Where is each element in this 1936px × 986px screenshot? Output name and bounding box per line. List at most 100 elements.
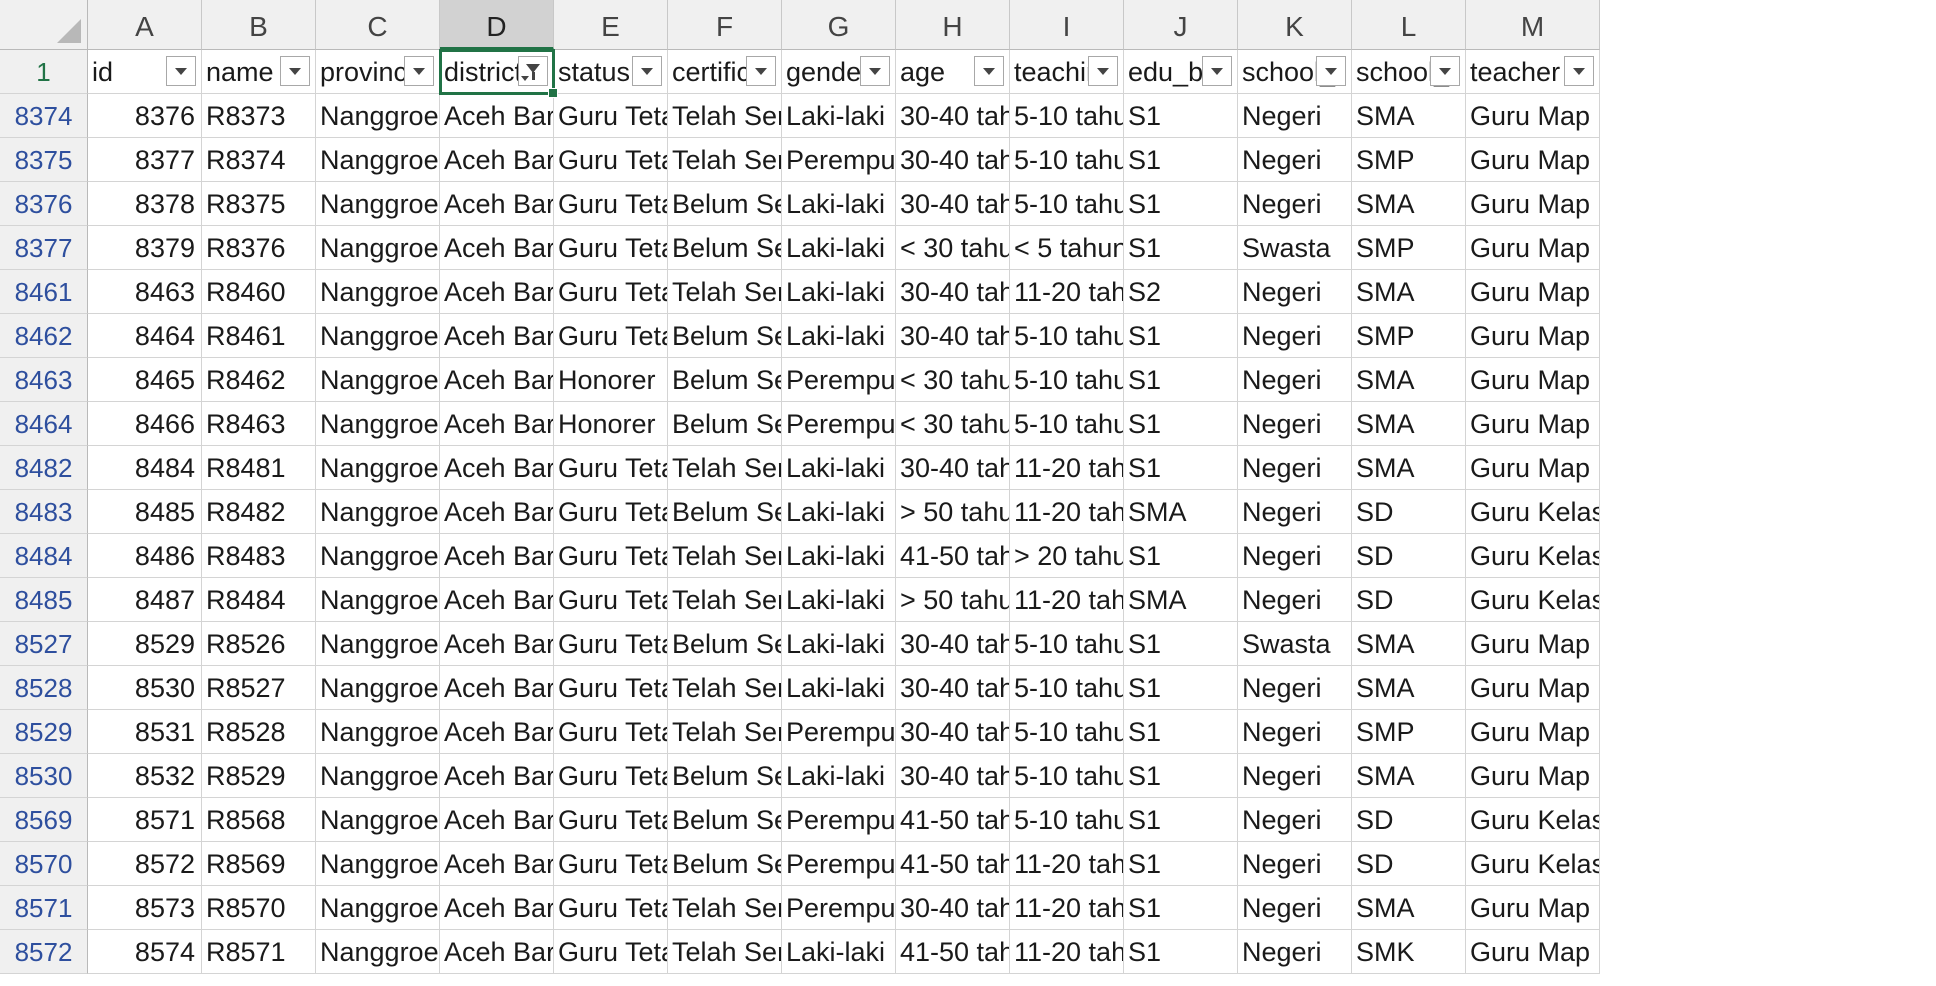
table-cell[interactable]: Guru Map (1466, 314, 1600, 358)
table-cell[interactable]: Guru Map (1466, 270, 1600, 314)
table-cell[interactable]: R8461 (202, 314, 316, 358)
table-cell[interactable]: Telah Serti (668, 930, 782, 974)
table-cell[interactable]: Laki-laki (782, 930, 896, 974)
table-cell[interactable]: Guru Map (1466, 358, 1600, 402)
table-cell[interactable]: SMA (1352, 270, 1466, 314)
table-cell[interactable]: Negeri (1238, 842, 1352, 886)
table-cell[interactable]: Aceh Barat (440, 314, 554, 358)
filter-dropdown-button[interactable] (860, 56, 890, 86)
filter-dropdown-button[interactable] (1316, 56, 1346, 86)
column-header-d[interactable]: D (440, 0, 554, 50)
table-cell[interactable]: Guru Kelas (1466, 490, 1600, 534)
table-cell[interactable]: 8466 (88, 402, 202, 446)
table-cell[interactable]: Guru Teta (554, 226, 668, 270)
table-cell[interactable]: R8529 (202, 754, 316, 798)
table-cell[interactable]: Aceh Barat (440, 270, 554, 314)
row-header[interactable]: 8530 (0, 754, 88, 798)
table-cell[interactable]: R8374 (202, 138, 316, 182)
table-cell[interactable]: 8377 (88, 138, 202, 182)
table-cell[interactable]: SMA (1352, 358, 1466, 402)
header-cell-e[interactable]: status (554, 50, 668, 94)
table-cell[interactable]: Negeri (1238, 886, 1352, 930)
table-cell[interactable]: S1 (1124, 358, 1238, 402)
filter-dropdown-button[interactable] (632, 56, 662, 86)
filter-dropdown-button[interactable] (166, 56, 196, 86)
table-cell[interactable]: SD (1352, 578, 1466, 622)
table-cell[interactable]: 5-10 tahur (1010, 138, 1124, 182)
table-cell[interactable]: S1 (1124, 182, 1238, 226)
header-cell-f[interactable]: certifica (668, 50, 782, 94)
column-header-i[interactable]: I (1010, 0, 1124, 50)
row-header[interactable]: 8463 (0, 358, 88, 402)
table-cell[interactable]: Belum Ser (668, 842, 782, 886)
column-header-b[interactable]: B (202, 0, 316, 50)
table-cell[interactable]: R8484 (202, 578, 316, 622)
table-cell[interactable]: Honorer (554, 358, 668, 402)
table-cell[interactable]: Laki-laki (782, 226, 896, 270)
table-cell[interactable]: R8375 (202, 182, 316, 226)
table-cell[interactable]: Negeri (1238, 578, 1352, 622)
table-cell[interactable]: Aceh Barat (440, 666, 554, 710)
header-cell-h[interactable]: age (896, 50, 1010, 94)
table-cell[interactable]: Guru Teta (554, 314, 668, 358)
table-cell[interactable]: R8571 (202, 930, 316, 974)
table-cell[interactable]: Negeri (1238, 402, 1352, 446)
table-cell[interactable]: Perempua (782, 710, 896, 754)
table-cell[interactable]: Aceh Barat (440, 622, 554, 666)
table-cell[interactable]: 41-50 tahu (896, 534, 1010, 578)
table-cell[interactable]: 11-20 tahu (1010, 886, 1124, 930)
table-cell[interactable]: Negeri (1238, 798, 1352, 842)
row-header[interactable]: 8376 (0, 182, 88, 226)
table-cell[interactable]: Perempua (782, 842, 896, 886)
row-header[interactable]: 8462 (0, 314, 88, 358)
table-cell[interactable]: 11-20 tahu (1010, 930, 1124, 974)
table-cell[interactable]: Negeri (1238, 270, 1352, 314)
table-cell[interactable]: Negeri (1238, 138, 1352, 182)
table-cell[interactable]: Swasta (1238, 226, 1352, 270)
table-cell[interactable]: R8570 (202, 886, 316, 930)
table-cell[interactable]: SMP (1352, 138, 1466, 182)
table-cell[interactable]: Guru Kelas (1466, 798, 1600, 842)
filter-dropdown-button[interactable] (280, 56, 310, 86)
table-cell[interactable]: Guru Teta (554, 710, 668, 754)
table-cell[interactable]: Nanggroe (316, 314, 440, 358)
table-cell[interactable]: Negeri (1238, 358, 1352, 402)
table-cell[interactable]: SMA (1352, 182, 1466, 226)
table-cell[interactable]: Aceh Barat (440, 182, 554, 226)
table-cell[interactable]: Guru Map (1466, 710, 1600, 754)
table-cell[interactable]: Nanggroe (316, 270, 440, 314)
table-cell[interactable]: Negeri (1238, 666, 1352, 710)
table-cell[interactable]: 8465 (88, 358, 202, 402)
header-cell-j[interactable]: edu_ba (1124, 50, 1238, 94)
table-cell[interactable]: Telah Serti (668, 666, 782, 710)
table-cell[interactable]: S1 (1124, 138, 1238, 182)
filter-dropdown-button[interactable] (1088, 56, 1118, 86)
table-cell[interactable]: S1 (1124, 710, 1238, 754)
table-cell[interactable]: Guru Teta (554, 270, 668, 314)
table-cell[interactable]: 30-40 tahu (896, 622, 1010, 666)
header-cell-c[interactable]: provinc (316, 50, 440, 94)
filter-dropdown-button[interactable] (1564, 56, 1594, 86)
table-cell[interactable]: 41-50 tahu (896, 798, 1010, 842)
table-cell[interactable]: 5-10 tahur (1010, 94, 1124, 138)
table-cell[interactable]: Guru Kelas (1466, 578, 1600, 622)
table-cell[interactable]: SMP (1352, 710, 1466, 754)
table-cell[interactable]: SMA (1352, 402, 1466, 446)
table-cell[interactable]: 30-40 tahu (896, 314, 1010, 358)
table-cell[interactable]: Belum Ser (668, 358, 782, 402)
row-header[interactable]: 8571 (0, 886, 88, 930)
table-cell[interactable]: Guru Map (1466, 402, 1600, 446)
header-cell-k[interactable]: school_ (1238, 50, 1352, 94)
table-cell[interactable]: SMA (1124, 490, 1238, 534)
table-cell[interactable]: Nanggroe (316, 798, 440, 842)
table-cell[interactable]: Aceh Barat (440, 358, 554, 402)
row-header[interactable]: 8528 (0, 666, 88, 710)
table-cell[interactable]: Aceh Barat (440, 842, 554, 886)
table-cell[interactable]: Laki-laki (782, 94, 896, 138)
table-cell[interactable]: S1 (1124, 798, 1238, 842)
table-cell[interactable]: Swasta (1238, 622, 1352, 666)
table-cell[interactable]: Belum Ser (668, 490, 782, 534)
header-cell-l[interactable]: school_ (1352, 50, 1466, 94)
table-cell[interactable]: Laki-laki (782, 490, 896, 534)
table-cell[interactable]: S1 (1124, 886, 1238, 930)
